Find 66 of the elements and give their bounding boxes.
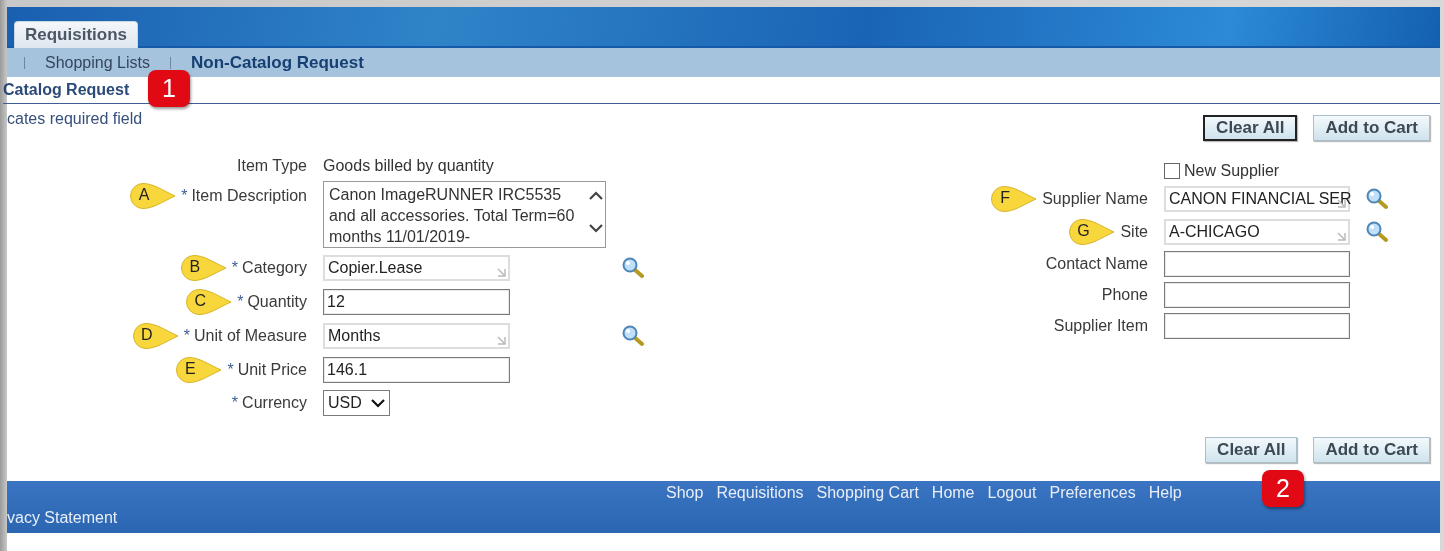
subnav-link[interactable]: Shopping Lists xyxy=(45,53,150,72)
add-to-cart-button[interactable]: Add to Cart xyxy=(1313,437,1430,463)
callout-marker: G xyxy=(1067,218,1116,246)
field-label: Item Description xyxy=(191,187,307,205)
checkbox[interactable] xyxy=(1164,163,1180,179)
required-marker: * xyxy=(237,293,244,311)
clear-all-button[interactable]: Clear All xyxy=(1203,115,1298,141)
field-label: Currency xyxy=(242,394,307,412)
input-field[interactable] xyxy=(1164,282,1350,308)
corner-arrow-icon xyxy=(1336,231,1346,241)
field-label: Contact Name xyxy=(1045,255,1148,273)
requisitions-tab[interactable]: Requisitions xyxy=(14,21,138,48)
subnav-link[interactable]: Non-Catalog Request xyxy=(190,52,364,73)
field-label: Quantity xyxy=(247,293,307,311)
lookup-field[interactable]: CANON FINANCIAL SER xyxy=(1164,186,1350,212)
input-field[interactable]: 146.1 xyxy=(323,357,510,383)
search-icon[interactable] xyxy=(1366,188,1388,210)
corner-arrow-icon xyxy=(496,267,506,277)
footer-link[interactable]: Requisitions xyxy=(716,484,804,506)
required-marker: * xyxy=(181,187,188,205)
field-label: Unit of Measure xyxy=(194,327,307,345)
page-title: Catalog Request xyxy=(3,81,130,99)
required-marker: * xyxy=(231,394,239,412)
search-icon[interactable] xyxy=(622,325,644,347)
input-field[interactable] xyxy=(1164,251,1350,277)
lookup-field[interactable]: Months xyxy=(323,323,510,349)
step-badge: 1 xyxy=(148,70,190,107)
select-field[interactable]: USD xyxy=(323,390,390,416)
required-note: cates required field xyxy=(7,109,143,129)
field-label: Site xyxy=(1120,223,1148,241)
field-value: Goods billed by quantity xyxy=(323,157,494,175)
callout-marker: E xyxy=(174,356,223,384)
required-marker: * xyxy=(183,327,191,345)
required-marker: * xyxy=(227,361,234,379)
text-area[interactable]: Canon ImageRUNNER IRC5535 and all accessories. Total Term=60 months 11/01/2019- xyxy=(323,181,606,248)
callout-marker: D xyxy=(130,322,179,350)
callout-marker: F xyxy=(989,185,1038,213)
step-badge: 2 xyxy=(1262,470,1304,507)
input-field[interactable] xyxy=(1164,313,1350,339)
field-label: Category xyxy=(242,259,307,277)
lookup-field[interactable]: A-CHICAGO xyxy=(1164,219,1350,245)
checkbox-label: New Supplier xyxy=(1184,162,1280,180)
input-field[interactable]: 12 xyxy=(323,289,510,315)
footer-link[interactable]: Preferences xyxy=(1049,484,1136,506)
search-icon[interactable] xyxy=(1366,221,1388,243)
field-label: Phone xyxy=(1101,286,1148,304)
callout-marker: A xyxy=(128,182,177,210)
field-label: Supplier Name xyxy=(1042,190,1148,208)
search-icon[interactable] xyxy=(622,257,644,279)
clear-all-button[interactable]: Clear All xyxy=(1205,437,1298,463)
field-label: Supplier Item xyxy=(1053,317,1148,335)
field-label: Unit Price xyxy=(237,361,307,379)
field-label: Item Type xyxy=(237,157,307,175)
add-to-cart-button[interactable]: Add to Cart xyxy=(1313,115,1430,141)
required-marker: * xyxy=(231,259,239,277)
corner-arrow-icon xyxy=(496,335,506,345)
callout-marker: B xyxy=(178,254,227,282)
lookup-field[interactable]: Copier.Lease xyxy=(323,255,510,281)
callout-marker: C xyxy=(184,288,233,316)
chevron-icon xyxy=(370,398,385,408)
footer-link[interactable]: Home xyxy=(931,484,975,506)
footer-link[interactable]: vacy Statement xyxy=(7,506,1440,527)
footer-link[interactable]: Help xyxy=(1148,484,1182,506)
footer-link[interactable]: Shop xyxy=(666,484,704,506)
footer-link[interactable]: Shopping Cart xyxy=(816,484,919,506)
footer-link[interactable]: Logout xyxy=(987,484,1037,506)
